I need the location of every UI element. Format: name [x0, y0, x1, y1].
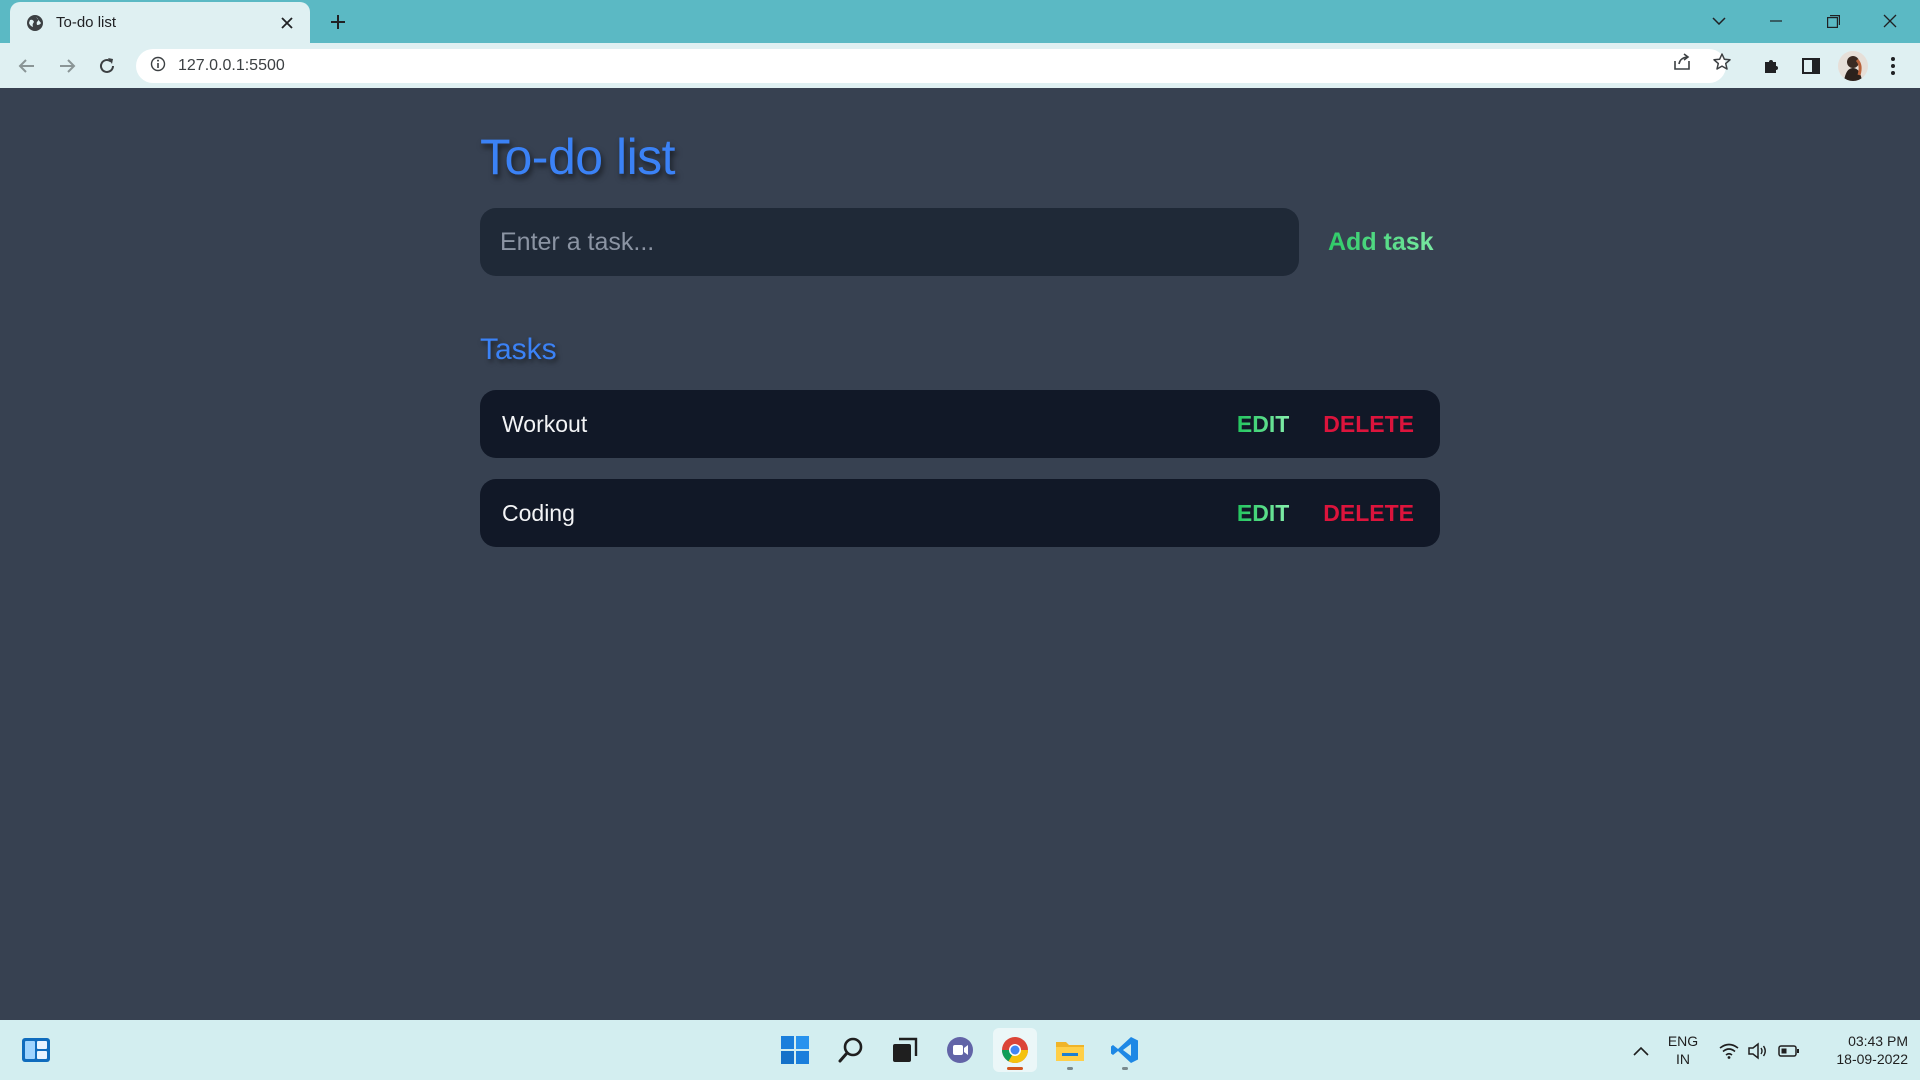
side-panel-icon[interactable]	[1798, 53, 1824, 79]
todo-app-page: To-do list Add task Tasks Workout EDIT D…	[0, 88, 1920, 1020]
clock[interactable]: 03:43 PM 18-09-2022	[1812, 1032, 1908, 1068]
url-text: 127.0.0.1:5500	[178, 57, 285, 74]
info-icon[interactable]	[150, 56, 166, 77]
search-icon[interactable]	[829, 1028, 873, 1072]
running-indicator	[1067, 1067, 1073, 1070]
edit-task-button[interactable]: EDIT	[1237, 411, 1289, 438]
reload-icon[interactable]	[91, 50, 123, 82]
task-text: Coding	[502, 499, 575, 526]
region-code: IN	[1676, 1051, 1690, 1067]
language-code: ENG	[1667, 1033, 1699, 1049]
input-language-indicator[interactable]: ENG IN	[1664, 1032, 1702, 1068]
widgets-icon[interactable]	[14, 1028, 58, 1072]
volume-icon[interactable]	[1746, 1040, 1768, 1062]
clock-time: 03:43 PM	[1848, 1033, 1908, 1049]
windows-start-icon[interactable]	[773, 1028, 817, 1072]
minimize-window-button[interactable]	[1759, 6, 1793, 36]
delete-task-button[interactable]: DELETE	[1323, 500, 1414, 527]
new-tab-button[interactable]	[324, 8, 352, 36]
add-task-button[interactable]: Add task	[1310, 218, 1452, 266]
task-list: Workout EDIT DELETE Coding EDIT DELETE	[480, 390, 1440, 568]
address-bar[interactable]: 127.0.0.1:5500	[136, 49, 1726, 83]
browser-tab[interactable]: To-do list	[10, 2, 310, 43]
chrome-taskbar-icon[interactable]	[993, 1028, 1037, 1072]
bookmark-star-icon[interactable]	[1710, 50, 1734, 74]
chevron-up-icon[interactable]	[1630, 1040, 1652, 1062]
globe-icon	[26, 14, 44, 32]
app-title: To-do list	[480, 129, 676, 185]
clock-date: 18-09-2022	[1836, 1051, 1908, 1067]
close-tab-icon[interactable]	[276, 12, 298, 34]
extensions-puzzle-icon[interactable]	[1758, 53, 1784, 79]
windows-taskbar: ENG IN 03:43 PM 18-09-2022	[0, 1020, 1920, 1080]
tab-search-chevron-down-icon[interactable]	[1702, 6, 1736, 36]
running-indicator	[1007, 1067, 1023, 1070]
browser-titlebar: To-do list	[0, 0, 1920, 43]
tasks-section-title: Tasks	[480, 333, 557, 366]
back-arrow-icon[interactable]	[11, 50, 43, 82]
delete-task-button[interactable]: DELETE	[1323, 411, 1414, 438]
task-item: Coding EDIT DELETE	[480, 479, 1440, 547]
teams-chat-icon[interactable]	[938, 1028, 982, 1072]
task-input[interactable]	[480, 208, 1299, 276]
forward-arrow-icon[interactable]	[51, 50, 83, 82]
edit-task-button[interactable]: EDIT	[1237, 500, 1289, 527]
restore-window-button[interactable]	[1816, 6, 1850, 36]
file-explorer-icon[interactable]	[1048, 1028, 1092, 1072]
browser-toolbar: 127.0.0.1:5500	[0, 43, 1920, 88]
close-window-button[interactable]	[1873, 6, 1907, 36]
profile-avatar[interactable]	[1838, 51, 1868, 81]
battery-icon[interactable]	[1778, 1040, 1800, 1062]
running-indicator	[1122, 1067, 1128, 1070]
share-icon[interactable]	[1670, 50, 1694, 74]
task-text: Workout	[502, 410, 588, 437]
wifi-icon[interactable]	[1718, 1040, 1740, 1062]
task-item: Workout EDIT DELETE	[480, 390, 1440, 458]
task-view-icon[interactable]	[883, 1028, 927, 1072]
tab-title: To-do list	[56, 14, 117, 31]
menu-kebab-icon[interactable]	[1880, 53, 1906, 79]
vscode-icon[interactable]	[1103, 1028, 1147, 1072]
